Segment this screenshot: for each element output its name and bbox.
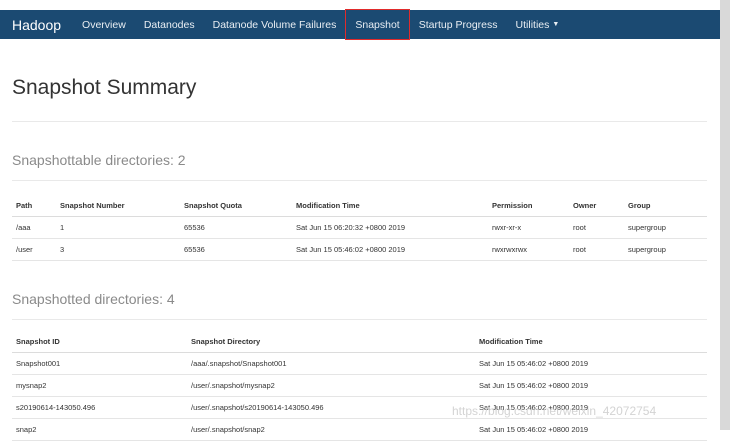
navbar: Hadoop Overview Datanodes Datanode Volum… (0, 9, 720, 40)
cell-permission: rwxr-xr-x (488, 216, 569, 239)
table-row: mysnap2 /user/.snapshot/mysnap2 Sat Jun … (12, 374, 707, 397)
cell-snapshot-directory: /user/.snapshot/mysnap2 (187, 374, 475, 397)
cell-snapshot-quota: 65536 (180, 216, 292, 239)
column-header: Owner (569, 194, 624, 217)
page-title: Snapshot Summary (12, 76, 197, 99)
cell-modification-time: Sat Jun 15 05:46:02 +0800 2019 (475, 352, 707, 375)
column-header: Snapshot Directory (187, 330, 475, 353)
cell-modification-time: Sat Jun 15 05:46:02 +0800 2019 (292, 238, 488, 261)
cell-modification-time: Sat Jun 15 06:20:32 +0800 2019 (292, 216, 488, 239)
cell-modification-time: Sat Jun 15 05:46:02 +0800 2019 (475, 374, 707, 397)
cell-path: /aaa (12, 216, 56, 239)
table-row: Snapshot001 /aaa/.snapshot/Snapshot001 S… (12, 352, 707, 375)
nav-snapshot[interactable]: Snapshot (345, 9, 410, 40)
cell-snapshot-directory: /aaa/.snapshot/Snapshot001 (187, 352, 475, 375)
cell-path: /user (12, 238, 56, 261)
divider (12, 180, 707, 181)
cell-snapshot-quota: 65536 (180, 238, 292, 261)
cell-snapshot-directory: /user/.snapshot/s20190614-143050.496 (187, 396, 475, 419)
cell-snapshot-number: 1 (56, 216, 180, 239)
cell-owner: root (569, 238, 624, 261)
divider (12, 319, 707, 320)
table-header-row: Path Snapshot Number Snapshot Quota Modi… (12, 194, 707, 217)
column-header: Permission (488, 194, 569, 217)
snapshottable-heading: Snapshottable directories: 2 (12, 152, 186, 168)
watermark: https://blog.csdn.net/weixin_42072754 (452, 404, 657, 418)
snapshotted-heading: Snapshotted directories: 4 (12, 291, 175, 307)
cell-snapshot-id: Snapshot001 (12, 352, 187, 375)
main-content: Snapshot Summary Snapshottable directori… (12, 39, 707, 441)
cell-group: supergroup (624, 216, 707, 239)
nav-utilities[interactable]: Utilities ▼ (507, 10, 569, 39)
column-header: Modification Time (475, 330, 707, 353)
table-row: /aaa 1 65536 Sat Jun 15 06:20:32 +0800 2… (12, 216, 707, 239)
column-header: Group (624, 194, 707, 217)
cell-snapshot-id: mysnap2 (12, 374, 187, 397)
nav-startup-progress[interactable]: Startup Progress (410, 10, 507, 39)
caret-down-icon: ▼ (552, 21, 560, 28)
vertical-scrollbar[interactable] (720, 0, 730, 430)
cell-owner: root (569, 216, 624, 239)
column-header: Snapshot Number (56, 194, 180, 217)
nav-overview[interactable]: Overview (73, 10, 135, 39)
column-header: Modification Time (292, 194, 488, 217)
table-row: /user 3 65536 Sat Jun 15 05:46:02 +0800 … (12, 238, 707, 261)
brand-logo[interactable]: Hadoop (0, 17, 73, 33)
column-header: Snapshot Quota (180, 194, 292, 217)
column-header: Snapshot ID (12, 330, 187, 353)
nav-utilities-label: Utilities (515, 18, 550, 31)
table-header-row: Snapshot ID Snapshot Directory Modificat… (12, 330, 707, 353)
snapshottable-table: Path Snapshot Number Snapshot Quota Modi… (12, 194, 707, 261)
divider (12, 121, 707, 122)
column-header: Path (12, 194, 56, 217)
cell-group: supergroup (624, 238, 707, 261)
cell-permission: rwxrwxrwx (488, 238, 569, 261)
nav-datanodes[interactable]: Datanodes (135, 10, 204, 39)
nav-datanode-volume-failures[interactable]: Datanode Volume Failures (204, 10, 346, 39)
cell-snapshot-number: 3 (56, 238, 180, 261)
cell-snapshot-id: s20190614-143050.496 (12, 396, 187, 419)
snapshotted-table: Snapshot ID Snapshot Directory Modificat… (12, 330, 707, 441)
